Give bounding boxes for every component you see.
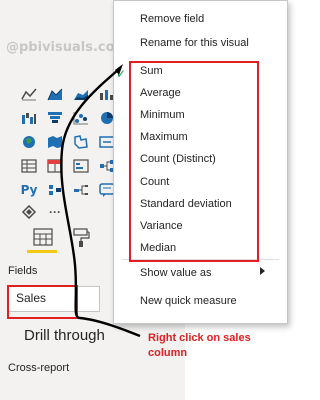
annotation-line-2: column bbox=[148, 347, 188, 359]
annotation-text: Right click on sales column bbox=[148, 331, 251, 361]
annotation-line-1: Right click on sales bbox=[148, 332, 251, 344]
